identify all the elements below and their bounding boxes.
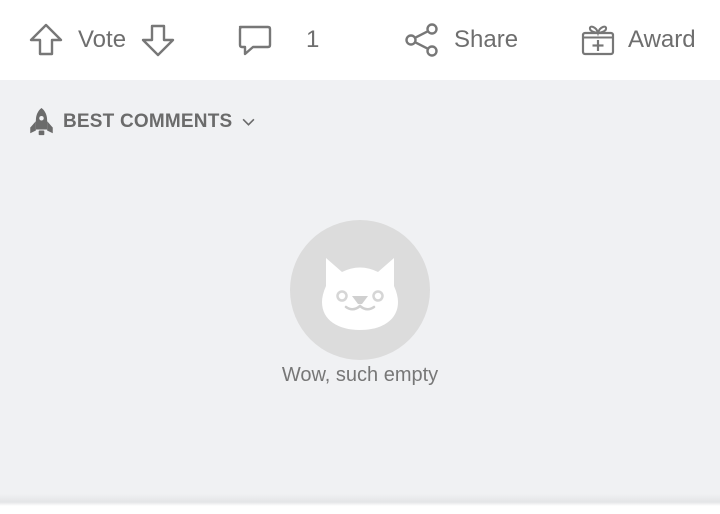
empty-state-avatar (290, 220, 430, 360)
comment-sort-dropdown[interactable]: BEST COMMENTS (28, 106, 255, 138)
share-icon (405, 23, 438, 57)
vote-label: Vote (78, 26, 127, 53)
sort-label: BEST COMMENTS (63, 111, 233, 132)
share-label: Share (454, 26, 519, 53)
bottom-divider (0, 494, 720, 514)
comment-count: 1 (306, 26, 320, 53)
upvote-button[interactable] (28, 22, 64, 58)
chevron-down-icon (242, 118, 255, 126)
gift-icon (581, 25, 615, 56)
rocket-icon (30, 107, 53, 136)
share-button[interactable]: Share (404, 0, 518, 80)
comment-bubble-icon (238, 25, 272, 56)
arrow-up-icon (29, 23, 63, 56)
award-label: Award (628, 26, 696, 53)
comments-button[interactable]: 1 (236, 0, 319, 80)
arrow-down-icon (141, 24, 175, 57)
vote-group: Vote (28, 0, 176, 80)
award-button[interactable]: Award (580, 0, 696, 80)
post-action-bar: Vote 1 Share Award (0, 0, 720, 80)
empty-state-message: Wow, such empty (281, 364, 439, 386)
cat-face-icon (322, 258, 398, 330)
downvote-button[interactable] (140, 22, 176, 58)
